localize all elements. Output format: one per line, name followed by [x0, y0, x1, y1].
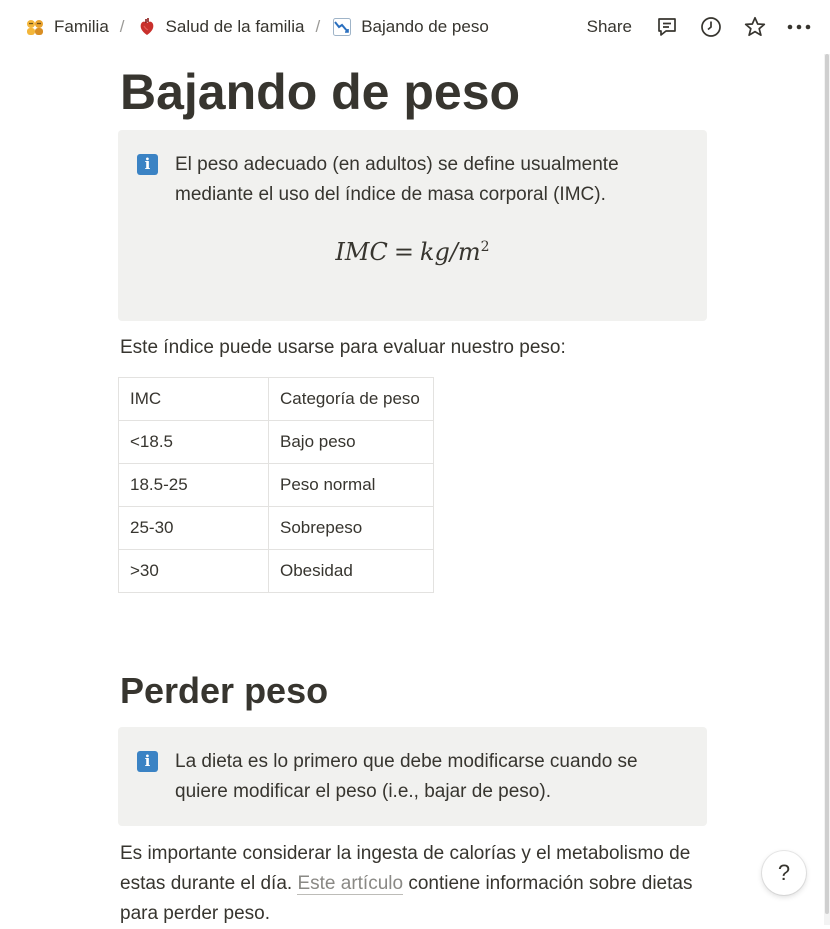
callout-text[interactable]: La dieta es lo primero que debe modifica… [175, 747, 675, 807]
family-emoji-icon [24, 16, 46, 38]
scrollbar-thumb[interactable] [825, 54, 829, 914]
table-row: IMC Categoría de peso [118, 377, 434, 421]
comments-icon[interactable] [654, 14, 680, 40]
equation-exponent: 2 [480, 239, 490, 255]
imc-table: IMC Categoría de peso <18.5 Bajo peso 18… [118, 377, 434, 593]
table-row: 18.5-25 Peso normal [118, 463, 434, 507]
table-row: >30 Obesidad [118, 549, 434, 593]
equation-operator: = [393, 238, 414, 266]
table-row: <18.5 Bajo peso [118, 420, 434, 464]
callout-dieta[interactable]: i La dieta es lo primero que debe modifi… [118, 727, 707, 826]
info-icon[interactable]: i [137, 751, 158, 772]
equation-rhs: kg/m [419, 238, 481, 266]
table-cell[interactable]: Obesidad [268, 549, 434, 593]
breadcrumb-item-salud[interactable]: Salud de la familia [133, 13, 308, 41]
table-cell[interactable]: Bajo peso [268, 420, 434, 464]
paragraph-intro[interactable]: Este índice puede usarse para evaluar nu… [120, 333, 708, 363]
chart-decreasing-icon [331, 16, 353, 38]
table-cell[interactable]: Categoría de peso [268, 377, 434, 421]
anatomical-heart-icon [136, 16, 158, 38]
favorite-star-icon[interactable] [742, 14, 768, 40]
article-link[interactable]: Este artículo [297, 873, 404, 895]
breadcrumb: Familia / Salud de la familia / Bajando … [0, 13, 492, 41]
table-cell[interactable]: Peso normal [268, 463, 434, 507]
callout-imc[interactable]: i El peso adecuado (en adultos) se defin… [118, 130, 707, 321]
share-button[interactable]: Share [587, 17, 632, 37]
breadcrumb-separator: / [315, 17, 321, 36]
topbar-actions: Share [587, 14, 830, 40]
breadcrumb-item-familia[interactable]: Familia [21, 13, 112, 41]
imc-equation[interactable]: IMC = kg/m2 [118, 238, 707, 266]
callout-text[interactable]: El peso adecuado (en adultos) se define … [175, 150, 675, 210]
table-cell[interactable]: IMC [118, 377, 269, 421]
breadcrumb-label: Salud de la familia [165, 17, 305, 36]
breadcrumb-label: Familia [54, 17, 109, 36]
breadcrumb-separator: / [119, 17, 125, 36]
table-cell[interactable]: >30 [118, 549, 269, 593]
top-bar: Familia / Salud de la familia / Bajando … [0, 0, 830, 54]
more-icon[interactable] [786, 14, 812, 40]
paragraph-dietas[interactable]: Es importante considerar la ingesta de c… [120, 839, 708, 929]
history-icon[interactable] [698, 14, 724, 40]
page-title[interactable]: Bajando de peso [120, 62, 520, 122]
table-cell[interactable]: 18.5-25 [118, 463, 269, 507]
table-row: 25-30 Sobrepeso [118, 506, 434, 550]
equation-lhs: IMC [335, 238, 388, 266]
section-heading[interactable]: Perder peso [120, 668, 328, 714]
info-icon[interactable]: i [137, 154, 158, 175]
table-cell[interactable]: <18.5 [118, 420, 269, 464]
breadcrumb-label: Bajando de peso [361, 17, 489, 36]
breadcrumb-item-bajando[interactable]: Bajando de peso [328, 13, 492, 41]
table-cell[interactable]: 25-30 [118, 506, 269, 550]
help-button[interactable]: ? [762, 851, 806, 895]
table-cell[interactable]: Sobrepeso [268, 506, 434, 550]
